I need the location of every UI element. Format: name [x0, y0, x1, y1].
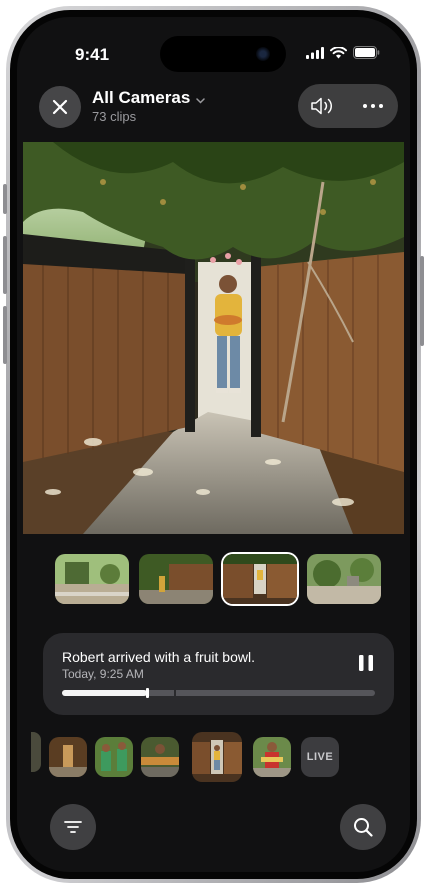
event-timeline[interactable]: LIVE	[17, 732, 410, 792]
action-button	[3, 184, 7, 214]
clip-thumbnail[interactable]	[139, 554, 213, 604]
status-bar: 9:41	[17, 17, 410, 77]
battery-icon	[353, 46, 380, 59]
camera-scene	[23, 142, 404, 534]
audio-button[interactable]	[298, 84, 348, 128]
camera-video-frame[interactable]	[23, 142, 404, 534]
playback-scrubber[interactable]	[62, 688, 375, 698]
screen: 9:41 All Cameras 73 clips Robert arrived…	[17, 17, 410, 872]
more-button[interactable]	[348, 84, 398, 128]
wifi-icon	[330, 46, 347, 58]
live-button[interactable]: LIVE	[301, 737, 339, 777]
segment-divider	[174, 690, 176, 696]
camera-lens	[256, 47, 270, 61]
timeline-clip[interactable]	[49, 737, 87, 777]
more-icon	[363, 104, 383, 108]
clip-timestamp: Today, 9:25 AM	[62, 667, 144, 681]
filter-icon	[64, 821, 82, 833]
close-button[interactable]	[39, 86, 81, 128]
filter-button[interactable]	[50, 804, 96, 850]
pause-button[interactable]	[358, 654, 374, 672]
timeline-clip[interactable]	[253, 737, 291, 777]
side-button	[420, 256, 424, 346]
clip-info-card: Robert arrived with a fruit bowl. Today,…	[43, 633, 394, 715]
clip-thumbnails	[55, 554, 381, 604]
dynamic-island	[160, 36, 286, 72]
timeline-clip[interactable]	[141, 737, 179, 777]
clip-thumbnail[interactable]	[307, 554, 381, 604]
chevron-down-icon	[196, 89, 206, 109]
page-title: All Cameras	[92, 88, 191, 107]
camera-selector[interactable]: All Cameras	[92, 88, 206, 109]
clip-thumbnail[interactable]	[55, 554, 129, 604]
status-icons	[306, 46, 380, 59]
speaker-icon	[311, 97, 333, 115]
playback-progress	[62, 690, 147, 696]
volume-up-button	[3, 236, 7, 294]
timeline-clip[interactable]	[95, 737, 133, 777]
close-icon	[52, 99, 68, 115]
timeline-clip-current[interactable]	[192, 732, 242, 782]
search-icon	[354, 818, 373, 837]
playhead[interactable]	[145, 688, 149, 698]
clip-description: Robert arrived with a fruit bowl.	[62, 649, 255, 665]
status-time: 9:41	[75, 45, 110, 64]
clip-count: 73 clips	[92, 109, 137, 124]
timeline-clip[interactable]	[31, 732, 41, 772]
header-controls	[298, 84, 398, 128]
volume-down-button	[3, 306, 7, 364]
pause-icon	[359, 655, 373, 671]
clip-thumbnail-selected[interactable]	[223, 554, 297, 604]
search-button[interactable]	[340, 804, 386, 850]
cellular-signal-icon	[306, 46, 324, 59]
